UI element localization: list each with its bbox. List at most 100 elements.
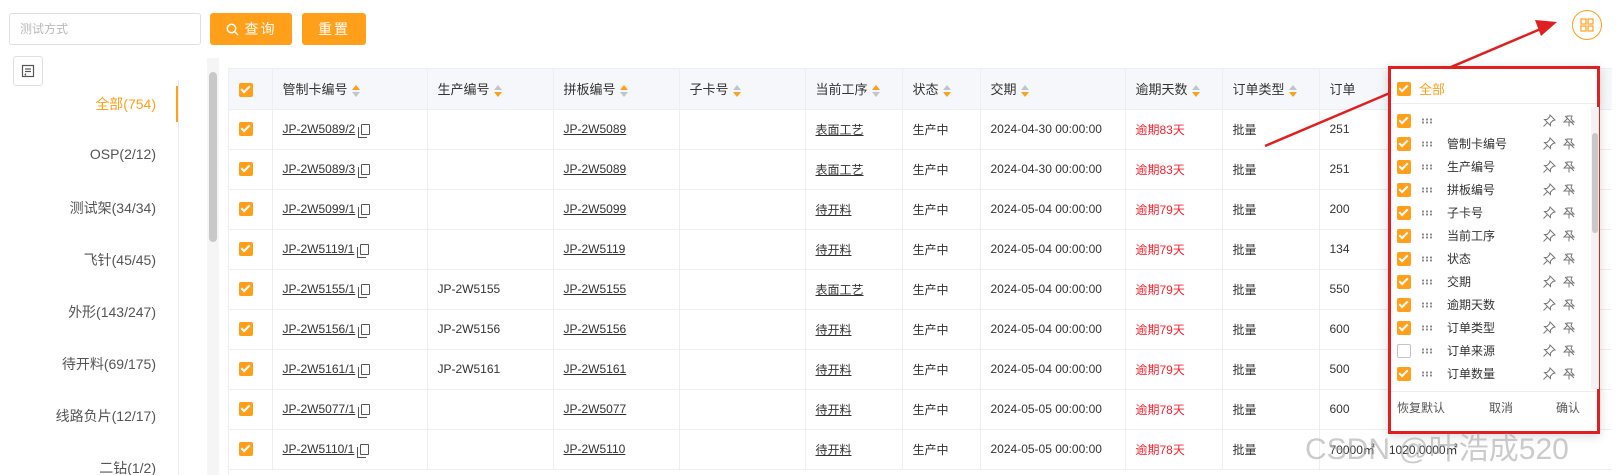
table-scrollbar-thumb[interactable] <box>209 72 217 242</box>
row-checkbox[interactable] <box>239 442 253 457</box>
drag-handle-icon[interactable] <box>1421 301 1433 308</box>
pin-left-icon[interactable] <box>1542 228 1556 243</box>
copy-icon[interactable] <box>358 324 371 339</box>
pin-left-icon[interactable] <box>1542 136 1556 151</box>
panel-no-link[interactable]: JP-2W5089 <box>564 122 627 136</box>
pin-right-icon[interactable] <box>1562 367 1576 381</box>
copy-icon[interactable] <box>358 284 371 299</box>
row-select-cell[interactable] <box>229 269 273 310</box>
sort-icon[interactable] <box>1288 84 1297 97</box>
column-option[interactable]: 生产编号 <box>1397 155 1577 178</box>
panel-no-link[interactable]: JP-2W5089 <box>564 162 627 176</box>
row-select-cell[interactable] <box>229 109 273 150</box>
column-option[interactable]: 订单面积 <box>1397 385 1577 389</box>
pin-right-icon[interactable] <box>1562 344 1576 358</box>
panel-no-link[interactable]: JP-2W5155 <box>564 282 627 296</box>
panel-no-link[interactable]: JP-2W5077 <box>564 402 627 416</box>
sidebar-item-test-rack[interactable]: 测试架(34/34) <box>70 198 156 218</box>
copy-icon[interactable] <box>357 444 370 459</box>
sidebar-item-all[interactable]: 全部(754) <box>95 94 156 114</box>
row-checkbox[interactable] <box>239 362 253 377</box>
process-link[interactable]: 待开料 <box>816 403 852 417</box>
column-option-checkbox[interactable] <box>1397 297 1411 312</box>
column-option[interactable]: 管制卡编号 <box>1397 132 1577 155</box>
pin-left-icon[interactable] <box>1542 113 1556 128</box>
column-option-checkbox[interactable] <box>1397 228 1411 243</box>
drag-handle-icon[interactable] <box>1421 163 1433 170</box>
pin-right-icon[interactable] <box>1562 229 1576 243</box>
header-process[interactable]: 当前工序 <box>805 69 903 110</box>
pin-left-icon[interactable] <box>1542 297 1556 312</box>
card-no-link[interactable]: JP-2W5089/2 <box>283 122 356 136</box>
pin-right-icon[interactable] <box>1562 137 1576 151</box>
pin-left-icon[interactable] <box>1542 274 1556 289</box>
column-option[interactable]: 状态 <box>1397 247 1577 270</box>
column-option[interactable]: 交期 <box>1397 270 1577 293</box>
row-select-cell[interactable] <box>229 149 273 190</box>
card-no-link[interactable]: JP-2W5089/3 <box>283 162 356 176</box>
pin-left-icon[interactable] <box>1542 205 1556 220</box>
sort-icon[interactable] <box>732 84 741 97</box>
sort-icon[interactable] <box>493 84 502 97</box>
cancel-button[interactable]: 取消 <box>1489 399 1513 416</box>
column-option[interactable]: 子卡号 <box>1397 201 1577 224</box>
sort-icon[interactable] <box>619 84 628 97</box>
process-link[interactable]: 待开料 <box>816 203 852 217</box>
card-no-link[interactable]: JP-2W5110/1 <box>283 442 355 456</box>
column-option[interactable] <box>1397 109 1577 132</box>
copy-icon[interactable] <box>357 244 370 259</box>
row-select-cell[interactable] <box>229 309 273 350</box>
column-option-checkbox[interactable] <box>1397 136 1411 151</box>
header-prod-no[interactable]: 生产编号 <box>427 69 554 110</box>
process-link[interactable]: 表面工艺 <box>816 123 864 137</box>
restore-default-button[interactable]: 恢复默认 <box>1397 399 1445 416</box>
row-checkbox[interactable] <box>239 282 253 297</box>
column-option-checkbox[interactable] <box>1397 274 1411 289</box>
row-checkbox[interactable] <box>239 162 253 177</box>
header-due-date[interactable]: 交期 <box>980 69 1126 110</box>
panel-no-link[interactable]: JP-2W5161 <box>564 362 627 376</box>
column-option-checkbox[interactable] <box>1397 182 1411 197</box>
header-overdue[interactable]: 逾期天数 <box>1125 69 1223 110</box>
drag-handle-icon[interactable] <box>1421 209 1433 216</box>
column-settings-button[interactable] <box>1572 10 1602 40</box>
column-list-scrollbar-thumb[interactable] <box>1592 133 1598 233</box>
drag-handle-icon[interactable] <box>1421 347 1433 354</box>
header-select-all[interactable] <box>229 69 273 110</box>
panel-no-link[interactable]: JP-2W5110 <box>564 442 626 456</box>
query-button[interactable]: 查询 <box>210 13 292 45</box>
copy-icon[interactable] <box>358 124 371 139</box>
sort-icon[interactable] <box>871 84 880 97</box>
sort-icon[interactable] <box>1020 84 1029 97</box>
column-option[interactable]: 订单数量 <box>1397 362 1577 385</box>
pin-right-icon[interactable] <box>1562 321 1576 335</box>
pin-right-icon[interactable] <box>1562 183 1576 197</box>
process-link[interactable]: 表面工艺 <box>816 283 864 297</box>
drag-handle-icon[interactable] <box>1421 278 1433 285</box>
process-link[interactable]: 待开料 <box>816 243 852 257</box>
select-all-checkbox[interactable] <box>239 82 253 97</box>
sidebar-item-osp[interactable]: OSP(2/12) <box>90 146 156 162</box>
row-checkbox[interactable] <box>239 242 253 257</box>
row-checkbox[interactable] <box>239 122 253 137</box>
sidebar-item-circuit-negative[interactable]: 线路负片(12/17) <box>56 406 156 426</box>
header-panel-no[interactable]: 拼板编号 <box>553 69 680 110</box>
pin-left-icon[interactable] <box>1542 320 1556 335</box>
column-option[interactable]: 订单来源 <box>1397 339 1577 362</box>
card-no-link[interactable]: JP-2W5156/1 <box>283 322 356 336</box>
column-option-checkbox[interactable] <box>1397 320 1411 335</box>
row-checkbox[interactable] <box>239 202 253 217</box>
pin-right-icon[interactable] <box>1562 206 1576 220</box>
header-card-no[interactable]: 管制卡编号 <box>272 69 428 110</box>
pin-left-icon[interactable] <box>1542 343 1556 358</box>
process-link[interactable]: 待开料 <box>816 323 852 337</box>
sort-icon[interactable] <box>351 84 360 97</box>
card-no-link[interactable]: JP-2W5119/1 <box>283 242 355 256</box>
process-link[interactable]: 表面工艺 <box>816 163 864 177</box>
row-select-cell[interactable] <box>229 229 273 270</box>
column-option[interactable]: 订单类型 <box>1397 316 1577 339</box>
pin-right-icon[interactable] <box>1562 275 1576 289</box>
confirm-button[interactable]: 确认 <box>1556 399 1580 416</box>
pin-right-icon[interactable] <box>1562 298 1576 312</box>
header-order-type[interactable]: 订单类型 <box>1222 69 1320 110</box>
